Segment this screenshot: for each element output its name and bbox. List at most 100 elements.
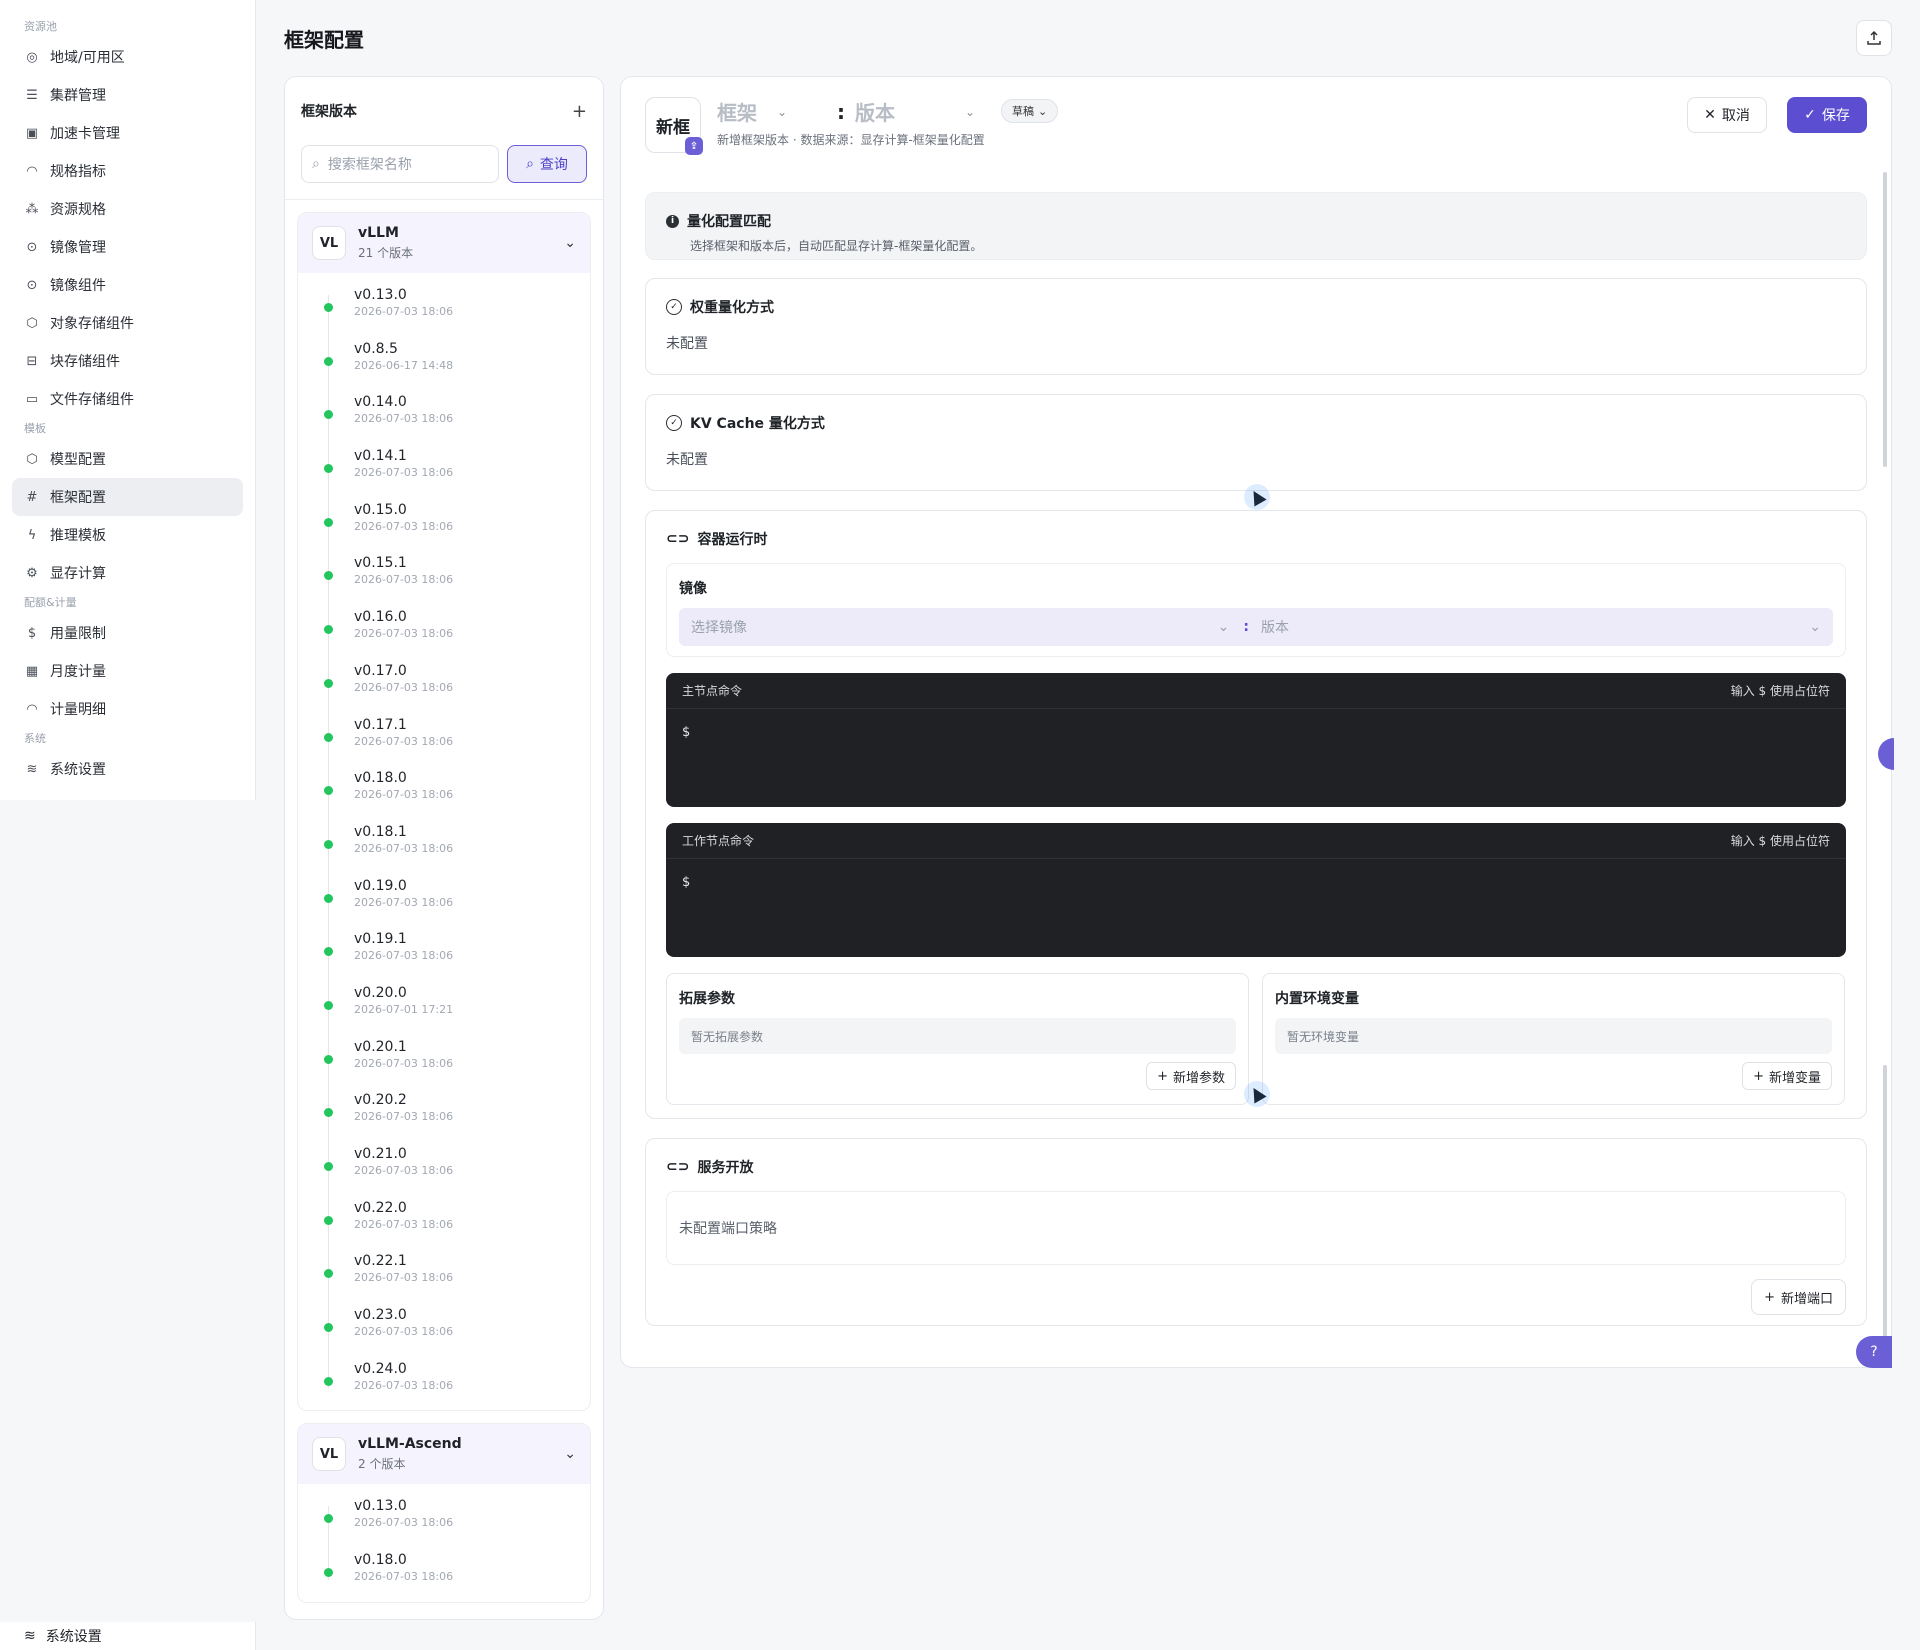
version-item[interactable]: v0.18.0 2026-07-03 18:06 bbox=[298, 1544, 590, 1598]
kv-quant-card: ✓ KV Cache 量化方式 未配置 bbox=[645, 394, 1867, 491]
sidebar-item[interactable]: ⊙ 镜像管理 bbox=[12, 228, 243, 266]
version-item[interactable]: v0.23.0 2026-07-03 18:06 bbox=[298, 1299, 590, 1353]
version-time: 2026-07-03 18:06 bbox=[354, 573, 454, 587]
box-icon: ⬡ bbox=[26, 315, 38, 331]
gauge-icon: ◠ bbox=[26, 163, 38, 179]
add-framework-button[interactable]: + bbox=[572, 101, 587, 122]
image-label: 镜像 bbox=[679, 581, 707, 597]
version-placeholder: 版本 bbox=[855, 101, 895, 125]
help-button[interactable]: ? bbox=[1856, 1336, 1892, 1368]
version-item[interactable]: v0.22.0 2026-07-03 18:06 bbox=[298, 1192, 590, 1246]
framework-logo[interactable]: 新框 ⇪ bbox=[645, 97, 703, 155]
chevron-down-icon[interactable]: ⌄ bbox=[564, 1446, 576, 1462]
version-item[interactable]: v0.15.0 2026-07-03 18:06 bbox=[298, 494, 590, 548]
save-button[interactable]: ✓ 保存 bbox=[1787, 97, 1867, 133]
version-item[interactable]: v0.14.1 2026-07-03 18:06 bbox=[298, 440, 590, 494]
sidebar-item[interactable]: # 框架配置 bbox=[12, 478, 243, 516]
version-item[interactable]: v0.18.1 2026-07-03 18:06 bbox=[298, 816, 590, 870]
version-item[interactable]: v0.21.0 2026-07-03 18:06 bbox=[298, 1138, 590, 1192]
sidebar-item[interactable]: ⊙ 镜像组件 bbox=[12, 266, 243, 304]
sidebar-group-label: 资源池 bbox=[24, 20, 57, 33]
link-icon: ⊂⊃ bbox=[666, 1159, 690, 1175]
export-button[interactable] bbox=[1856, 20, 1892, 56]
version-item[interactable]: v0.20.1 2026-07-03 18:06 bbox=[298, 1031, 590, 1085]
terminal-prompt[interactable]: $ bbox=[666, 709, 1846, 756]
cubes-icon: ⁂ bbox=[25, 201, 39, 217]
image-select[interactable]: 选择镜像 ⌄ bbox=[691, 617, 1243, 637]
sidebar-item[interactable]: ◠ 规格指标 bbox=[12, 152, 243, 190]
version-item[interactable]: v0.14.0 2026-07-03 18:06 bbox=[298, 386, 590, 440]
sidebar-item[interactable]: ⚙ 显存计算 bbox=[12, 554, 243, 592]
version-item[interactable]: v0.13.0 2026-07-03 18:06 bbox=[298, 1490, 590, 1544]
sidebar-item-system-settings[interactable]: ≋ 系统设置 bbox=[0, 1622, 255, 1650]
version-item[interactable]: v0.20.2 2026-07-03 18:06 bbox=[298, 1084, 590, 1138]
version-item[interactable]: v0.19.0 2026-07-03 18:06 bbox=[298, 870, 590, 924]
sidebar-item[interactable]: ϟ 推理模板 bbox=[12, 516, 243, 554]
scrollbar[interactable] bbox=[1883, 172, 1887, 467]
button-label: 新增变量 bbox=[1768, 1070, 1821, 1086]
sidebar-item-label: 推理模板 bbox=[50, 528, 106, 544]
sidebar-item[interactable]: ⁂ 资源规格 bbox=[12, 190, 243, 228]
sidebar-item[interactable]: ▣ 加速卡管理 bbox=[12, 114, 243, 152]
drive-icon: ⊟ bbox=[26, 353, 38, 369]
status-dot bbox=[324, 1162, 333, 1171]
version-item[interactable]: v0.24.0 2026-07-03 18:06 bbox=[298, 1353, 590, 1407]
framework-header[interactable]: VL vLLM 21 个版本 ⌄ bbox=[298, 213, 590, 273]
version-time: 2026-06-17 14:48 bbox=[354, 358, 454, 372]
gear-icon: ⚙ bbox=[26, 565, 38, 581]
version-list: v0.13.0 2026-07-03 18:06 v0.8.5 2026-06-… bbox=[298, 273, 590, 1410]
sidebar-item[interactable]: ▭ 文件存储组件 bbox=[12, 380, 243, 418]
chevron-down-icon: ⌄ bbox=[1809, 619, 1821, 635]
sidebar-item[interactable]: $ 用量限制 bbox=[12, 614, 243, 652]
version-time: 2026-07-03 18:06 bbox=[354, 680, 454, 694]
card-value: 未配置 bbox=[666, 336, 708, 352]
version-item[interactable]: v0.8.5 2026-06-17 14:48 bbox=[298, 333, 590, 387]
sidebar-item[interactable]: ⬡ 对象存储组件 bbox=[12, 304, 243, 342]
add-port-button[interactable]: + 新增端口 bbox=[1751, 1279, 1846, 1315]
page-title: 框架配置 bbox=[284, 28, 364, 52]
card-title: 容器运行时 bbox=[697, 532, 768, 548]
status-badge[interactable]: 草稿 ⌄ bbox=[1001, 99, 1059, 123]
version-item[interactable]: v0.13.0 2026-07-03 18:06 bbox=[298, 279, 590, 333]
version-select[interactable]: 版本 ⌄ bbox=[855, 97, 975, 126]
add-param-button[interactable]: + 新增参数 bbox=[1146, 1062, 1236, 1090]
version-item[interactable]: v0.16.0 2026-07-03 18:06 bbox=[298, 601, 590, 655]
cursor-icon bbox=[1247, 487, 1267, 507]
sidebar-item[interactable]: ◠ 计量明细 bbox=[12, 690, 243, 728]
image-placeholder: 选择镜像 bbox=[691, 620, 747, 636]
version-item[interactable]: v0.19.1 2026-07-03 18:06 bbox=[298, 923, 590, 977]
version-name: v0.20.2 bbox=[354, 1092, 407, 1109]
search-placeholder: 搜索框架名称 bbox=[327, 157, 412, 173]
sidebar-item[interactable]: ⊟ 块存储组件 bbox=[12, 342, 243, 380]
version-item[interactable]: v0.17.1 2026-07-03 18:06 bbox=[298, 709, 590, 763]
version-item[interactable]: v0.17.0 2026-07-03 18:06 bbox=[298, 655, 590, 709]
version-item[interactable]: v0.18.0 2026-07-03 18:06 bbox=[298, 762, 590, 816]
version-time: 2026-07-03 18:06 bbox=[354, 1378, 454, 1392]
image-version-select[interactable]: 版本 ⌄ bbox=[1261, 617, 1821, 637]
query-button[interactable]: ⌕ 查询 bbox=[507, 145, 587, 183]
version-item[interactable]: v0.15.1 2026-07-03 18:06 bbox=[298, 547, 590, 601]
add-env-button[interactable]: + 新增变量 bbox=[1742, 1062, 1832, 1090]
version-time: 2026-07-01 17:21 bbox=[354, 1002, 454, 1016]
sidebar-item[interactable]: ≋ 系统设置 bbox=[12, 750, 243, 788]
framework-header[interactable]: VL vLLM-Ascend 2 个版本 ⌄ bbox=[298, 1424, 590, 1485]
sidebar-item[interactable]: ☰ 集群管理 bbox=[12, 76, 243, 114]
sidebar-item[interactable]: ◎ 地域/可用区 bbox=[12, 38, 243, 76]
cancel-button[interactable]: ✕ 取消 bbox=[1687, 97, 1767, 133]
status-dot bbox=[324, 839, 333, 849]
version-item[interactable]: v0.22.1 2026-07-03 18:06 bbox=[298, 1245, 590, 1299]
version-item[interactable]: v0.20.0 2026-07-01 17:21 bbox=[298, 977, 590, 1031]
sidebar-item[interactable]: ⬡ 模型配置 bbox=[12, 440, 243, 478]
framework-logo: VL bbox=[312, 1437, 346, 1472]
framework-select[interactable]: 框架 ⌄ bbox=[717, 97, 827, 126]
master-command-editor[interactable]: 主节点命令 输入 $ 使用占位符 $ bbox=[666, 673, 1846, 807]
status-dot bbox=[324, 678, 333, 688]
sidebar-item[interactable]: ▦ 月度计量 bbox=[12, 652, 243, 690]
worker-command-editor[interactable]: 工作节点命令 输入 $ 使用占位符 $ bbox=[666, 823, 1846, 957]
status-dot bbox=[324, 947, 333, 957]
search-input[interactable]: ⌕ 搜索框架名称 bbox=[301, 145, 499, 183]
scrollbar[interactable] bbox=[1883, 1065, 1887, 1345]
upload-icon[interactable]: ⇪ bbox=[685, 137, 703, 155]
terminal-prompt[interactable]: $ bbox=[666, 859, 1846, 906]
chevron-down-icon[interactable]: ⌄ bbox=[564, 235, 576, 251]
